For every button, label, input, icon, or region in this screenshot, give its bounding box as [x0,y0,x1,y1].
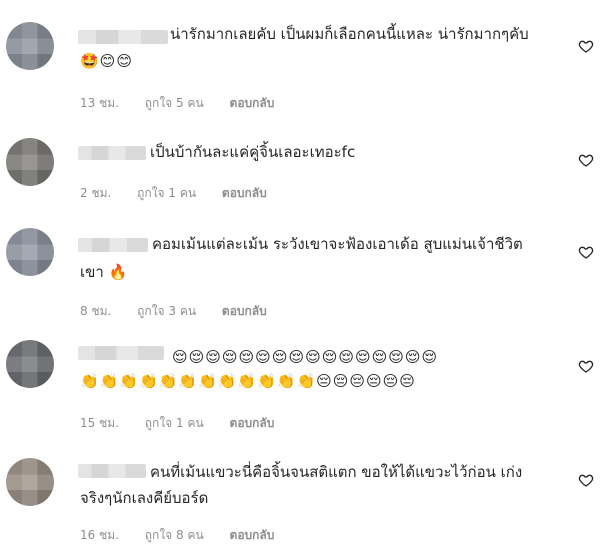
comment-time: 2 ชม. [80,186,112,200]
like-count[interactable]: ถูกใจ 1 คน [145,416,204,430]
comment-meta: 15 ชม. ถูกใจ 1 คน ตอบกลับ [80,414,274,433]
username-blurred[interactable] [78,238,148,252]
username-blurred[interactable] [78,30,168,44]
heart-outline-icon[interactable] [578,38,594,54]
avatar[interactable] [6,22,54,70]
comment-text: คอมเม้นแต่ละเม้น ระวังเขาจะฟ้องเอาเด้อ ส… [152,235,523,253]
comment-meta: 13 ชม. ถูกใจ 5 คน ตอบกลับ [80,94,274,113]
reply-button[interactable]: ตอบกลับ [230,416,275,430]
comment-meta: 8 ชม. ถูกใจ 3 คน ตอบกลับ [80,302,267,321]
comment-text-line2: จริงๆนักเลงคีย์บอร์ด [80,489,209,507]
comment-text: คนที่เม้นแขวะนี่คือจิ้นจนสติแตก ขอให้ได้… [150,463,523,481]
heart-outline-icon[interactable] [578,358,594,374]
comment-emoji: 😌😌😌😌😌😌😌😌😌😌😌😌😌😌😌😌 [172,348,439,366]
comment-text: เป็นบ้ากันละแค่คู่จิ้นเลอะเทอะfc [150,143,356,161]
reply-button[interactable]: ตอบกลับ [230,96,275,110]
username-blurred[interactable] [78,464,146,478]
avatar[interactable] [6,458,54,506]
comment-meta: 16 ชม. ถูกใจ 8 คน ตอบกลับ [80,526,274,545]
comment-time: 16 ชม. [80,528,119,542]
comment-time: 13 ชม. [80,96,119,110]
comment-text: น่ารักมากเลยคับ เป็นผมก็เลือกคนนี้แหละ น… [170,25,529,43]
like-count[interactable]: ถูกใจ 5 คน [145,96,204,110]
username-blurred[interactable] [78,146,146,160]
comment-time: 15 ชม. [80,416,119,430]
comment-emoji-line2: 👏👏👏👏👏👏👏👏👏👏👏👏😔😔😔😔😔😔 [80,372,416,390]
like-count[interactable]: ถูกใจ 8 คน [145,528,204,542]
reply-button[interactable]: ตอบกลับ [222,186,267,200]
reply-button[interactable]: ตอบกลับ [222,304,267,318]
heart-outline-icon[interactable] [578,244,594,260]
reply-button[interactable]: ตอบกลับ [230,528,275,542]
like-count[interactable]: ถูกใจ 1 คน [137,186,196,200]
heart-outline-icon[interactable] [578,472,594,488]
avatar[interactable] [6,138,54,186]
like-count[interactable]: ถูกใจ 3 คน [137,304,196,318]
comment-emoji: 🤩😊😊 [80,52,133,70]
comment-time: 8 ชม. [80,304,112,318]
comment-meta: 2 ชม. ถูกใจ 1 คน ตอบกลับ [80,184,267,203]
username-blurred[interactable] [78,346,164,360]
comment-text-line2: เขา 🔥 [80,263,128,281]
avatar[interactable] [6,340,54,388]
heart-outline-icon[interactable] [578,152,594,168]
avatar[interactable] [6,228,54,276]
